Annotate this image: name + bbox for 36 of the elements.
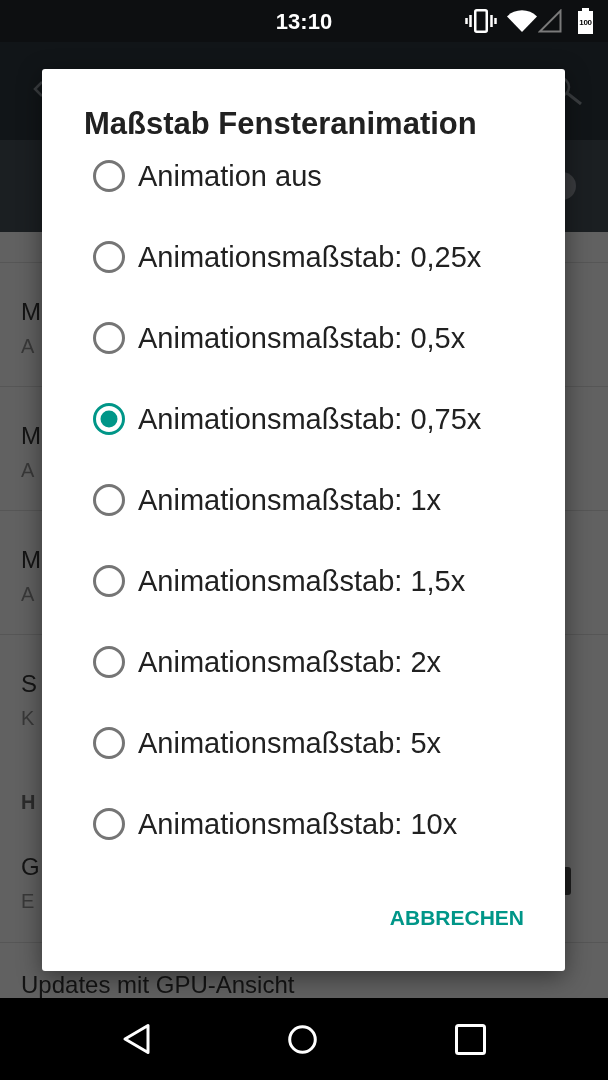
setting-title: M <box>21 421 41 451</box>
signal-icon <box>538 9 562 33</box>
switch-edge-icon[interactable] <box>565 867 571 895</box>
radio-button[interactable] <box>93 241 125 273</box>
radio-button[interactable] <box>93 565 125 597</box>
setting-title: M <box>21 297 41 327</box>
radio-button[interactable] <box>93 808 125 840</box>
setting-title: Updates mit GPU-Ansicht <box>21 972 295 998</box>
status-time: 13:10 <box>275 7 333 35</box>
option-label[interactable]: Animation aus <box>138 159 322 193</box>
wifi-icon <box>507 10 537 32</box>
home-icon[interactable] <box>288 1024 317 1054</box>
option-label[interactable]: Animationsmaßstab: 1x <box>138 483 441 517</box>
option-label[interactable]: Animationsmaßstab: 5x <box>138 726 441 760</box>
cancel-button[interactable]: ABBRECHEN <box>381 894 532 942</box>
option-label[interactable]: Animationsmaßstab: 10x <box>138 807 458 841</box>
option-label[interactable]: Animationsmaßstab: 1,5x <box>138 564 466 598</box>
radio-button[interactable] <box>93 403 125 435</box>
option-label[interactable]: Animationsmaßstab: 2x <box>138 645 441 679</box>
radio-button[interactable] <box>93 160 125 192</box>
dialog-title: Maßstab Fensteranimation <box>83 105 478 139</box>
back-icon[interactable] <box>122 1023 150 1055</box>
battery-indicator: 100 <box>578 8 593 34</box>
setting-title: G <box>21 852 40 882</box>
setting-title: S <box>21 669 37 699</box>
vibrate-icon <box>465 9 497 33</box>
switch-knob-icon[interactable] <box>565 172 577 200</box>
radio-button[interactable] <box>93 322 125 354</box>
radio-button[interactable] <box>93 484 125 516</box>
radio-button[interactable] <box>93 727 125 759</box>
recents-icon[interactable] <box>455 1023 486 1055</box>
option-label[interactable]: Animationsmaßstab: 0,25x <box>138 240 482 274</box>
radio-button[interactable] <box>93 646 125 678</box>
option-label[interactable]: Animationsmaßstab: 0,75x <box>138 402 482 436</box>
setting-title: M <box>21 545 41 575</box>
option-label[interactable]: Animationsmaßstab: 0,5x <box>138 321 466 355</box>
